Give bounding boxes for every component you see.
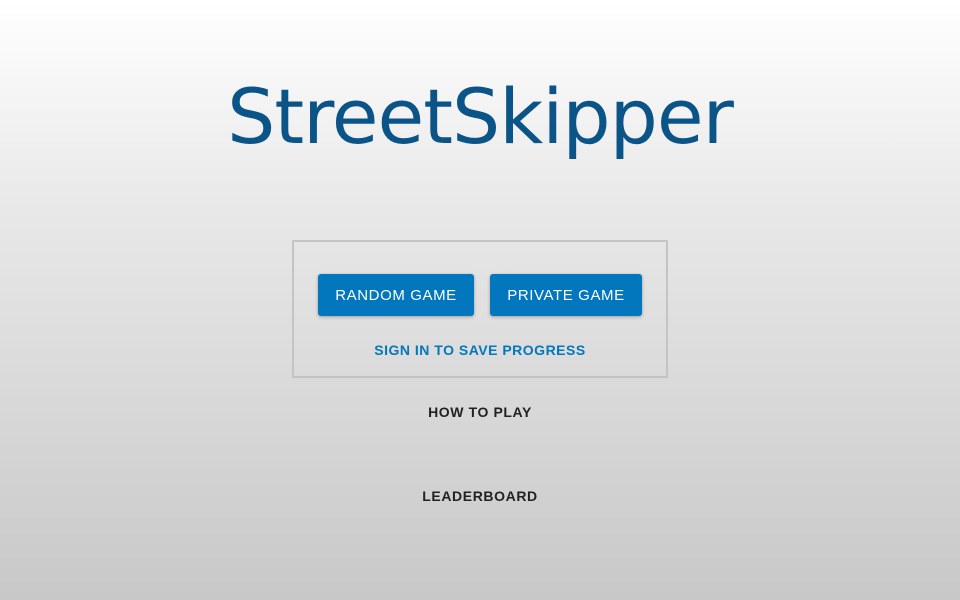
how-to-play-row: HOW TO PLAY — [0, 404, 960, 420]
sign-in-link[interactable]: SIGN IN TO SAVE PROGRESS — [294, 342, 666, 358]
leaderboard-row: LEADERBOARD — [0, 488, 960, 504]
leaderboard-link[interactable]: LEADERBOARD — [422, 488, 538, 504]
how-to-play-link[interactable]: HOW TO PLAY — [428, 404, 532, 420]
private-game-button[interactable]: PRIVATE GAME — [490, 274, 642, 316]
game-title: StreetSkipper — [227, 72, 734, 161]
play-panel: RANDOM GAME PRIVATE GAME SIGN IN TO SAVE… — [292, 240, 668, 378]
random-game-button[interactable]: RANDOM GAME — [318, 274, 474, 316]
